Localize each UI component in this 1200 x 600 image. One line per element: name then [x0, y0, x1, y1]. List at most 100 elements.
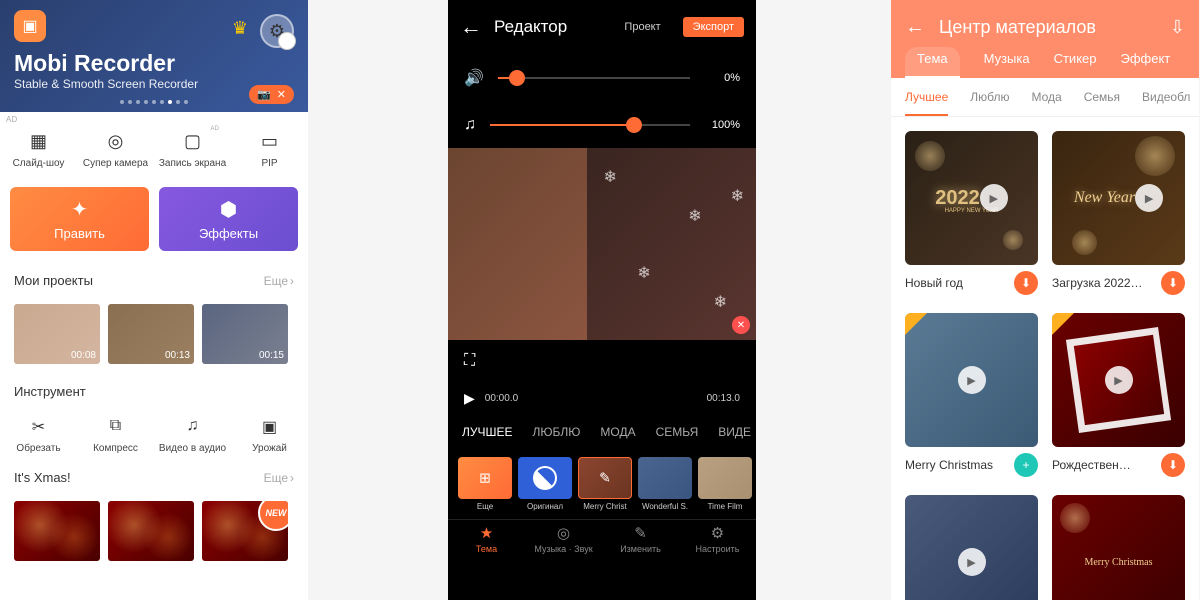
project-list: 00:08 00:13 00:15 — [0, 296, 308, 376]
screenrec-tool[interactable]: AD▢Запись экрана — [154, 130, 231, 169]
theme-card[interactable]: ▶ Рождествен…⬇ — [1052, 313, 1185, 483]
crop-tool[interactable]: ✂Обрезать — [0, 417, 77, 454]
camera-icon: ◎ — [102, 130, 130, 152]
pip-icon: ▭ — [256, 130, 284, 152]
video-preview[interactable]: ❄❄❄❄❄ ✕ — [448, 148, 756, 340]
tab-video[interactable]: ВИДЕ — [718, 425, 751, 439]
xmas-thumb[interactable]: NEW — [202, 501, 288, 561]
volume-value: 0% — [704, 72, 740, 84]
theme-original[interactable]: Оригинал — [518, 457, 572, 511]
slideshow-icon: ▦ — [25, 130, 53, 152]
subtab-love[interactable]: Люблю — [970, 90, 1009, 104]
tab-family[interactable]: СЕМЬЯ — [656, 425, 699, 439]
project-thumb[interactable]: 00:08 — [14, 304, 100, 364]
fullscreen-icon[interactable]: ⛶ — [448, 340, 756, 382]
theme-card[interactable]: ▶ Загрузка 2022…⬇ — [1052, 131, 1185, 301]
xmas-header: It's Xmas! Еще › — [0, 462, 308, 493]
theme-card[interactable] — [1052, 495, 1185, 600]
close-icon[interactable]: ✕ — [277, 88, 286, 101]
nav-music[interactable]: ◎Музыка · Звук — [525, 524, 602, 554]
ad-label: AD — [6, 115, 17, 124]
projects-more[interactable]: Еще › — [264, 273, 294, 288]
edit-button[interactable]: ✦Править — [10, 187, 149, 251]
crop-icon: ▣ — [258, 417, 282, 437]
project-thumb[interactable]: 00:15 — [202, 304, 288, 364]
slideshow-tool[interactable]: ▦Слайд-шоу — [0, 130, 77, 169]
store-icon: ⬢ — [220, 197, 237, 222]
pencil-icon: ✎ — [602, 524, 679, 542]
tab-fashion[interactable]: МОДА — [600, 425, 635, 439]
theme-wonderful[interactable]: Wonderful S. — [638, 457, 692, 511]
effects-button[interactable]: ⬢Эффекты — [159, 187, 298, 251]
subtab-family[interactable]: Семья — [1084, 90, 1120, 104]
camera-tool[interactable]: ◎Супер камера — [77, 130, 154, 169]
subtab-fashion[interactable]: Мода — [1031, 90, 1061, 104]
time-start: 00:00.0 — [485, 393, 518, 404]
compress-tool[interactable]: ⧉Компресс — [77, 417, 154, 454]
music-slider[interactable] — [490, 124, 690, 126]
play-icon[interactable]: ▶ — [1135, 184, 1163, 212]
music-value: 100% — [704, 119, 740, 131]
theme-merry[interactable]: ✎Merry Christ — [578, 457, 632, 511]
nav-edit[interactable]: ✎Изменить — [602, 524, 679, 554]
subtab-videoblog[interactable]: Видеобл — [1142, 90, 1190, 104]
back-icon[interactable]: ← — [905, 16, 925, 39]
export-button[interactable]: Экспорт — [683, 17, 744, 37]
chevron-right-icon: › — [290, 274, 294, 288]
scissors-icon: ✂ — [27, 417, 51, 437]
back-icon[interactable]: ← — [460, 14, 482, 40]
gear-icon: ⚙ — [679, 524, 756, 542]
harvest-tool[interactable]: ▣Урожай — [231, 417, 308, 454]
tab-music[interactable]: Музыка — [984, 51, 1030, 78]
download-button[interactable]: ⬇ — [1161, 453, 1185, 477]
download-button[interactable]: ⬇ — [1161, 271, 1185, 295]
theme-card[interactable]: ▶ Merry Christmas+ — [905, 313, 1038, 483]
tool-row: ▦Слайд-шоу ◎Супер камера AD▢Запись экран… — [0, 112, 308, 177]
time-end: 00:13.0 — [707, 393, 740, 404]
download-all-icon[interactable]: ⇩ — [1170, 17, 1185, 38]
new-badge: NEW — [258, 501, 288, 531]
wand-icon: ✦ — [71, 197, 88, 222]
subtab-best[interactable]: Лучшее — [905, 90, 948, 104]
xmas-thumb[interactable] — [108, 501, 194, 561]
play-icon[interactable]: ▶ — [1105, 366, 1133, 394]
theme-more[interactable]: ⊞Еще — [458, 457, 512, 511]
settings-icon[interactable]: ⚙ — [260, 14, 294, 48]
theme-tabs: ЛУЧШЕЕ ЛЮБЛЮ МОДА СЕМЬЯ ВИДЕ — [448, 415, 756, 449]
tab-sticker[interactable]: Стикер — [1054, 51, 1097, 78]
editor-screen: ← Редактор Проект Экспорт 🔊 0% ♫ 100% ❄❄… — [448, 0, 756, 600]
materials-title: Центр материалов — [939, 17, 1156, 38]
nav-settings[interactable]: ⚙Настроить — [679, 524, 756, 554]
chevron-right-icon: › — [290, 471, 294, 485]
remove-effect-icon[interactable]: ✕ — [732, 316, 750, 334]
promo-banner[interactable]: ▣ ♛ ⚙ Mobi Recorder Stable & Smooth Scre… — [0, 0, 308, 112]
theme-timefilm[interactable]: Time Film — [698, 457, 752, 511]
video-audio-tool[interactable]: ♫Видео в аудио — [154, 417, 231, 454]
nav-theme[interactable]: ★Тема — [448, 524, 525, 554]
tab-theme[interactable]: Тема — [905, 47, 960, 78]
project-thumb[interactable]: 00:13 — [108, 304, 194, 364]
play-icon[interactable]: ▶ — [464, 390, 475, 407]
xmas-more[interactable]: Еще › — [264, 470, 294, 485]
theme-card[interactable]: ▶ Новый год⬇ — [905, 131, 1038, 301]
tab-effect[interactable]: Эффект — [1121, 51, 1171, 78]
speaker-icon: 🔊 — [464, 68, 484, 88]
tab-love[interactable]: ЛЮБЛЮ — [533, 425, 581, 439]
play-icon[interactable]: ▶ — [958, 366, 986, 394]
tab-best[interactable]: ЛУЧШЕЕ — [462, 425, 513, 439]
pip-tool[interactable]: ▭PIP — [231, 130, 308, 169]
add-button[interactable]: + — [1014, 453, 1038, 477]
project-link[interactable]: Проект — [624, 21, 660, 33]
download-button[interactable]: ⬇ — [1014, 271, 1038, 295]
play-icon[interactable]: ▶ — [980, 184, 1008, 212]
volume-slider[interactable] — [498, 77, 690, 79]
grid-icon: ⊞ — [479, 470, 491, 487]
camera-icon: 📷 — [257, 88, 271, 101]
banner-actions[interactable]: 📷✕ — [249, 85, 294, 104]
xmas-thumb[interactable] — [14, 501, 100, 561]
check-icon: ✎ — [599, 470, 611, 487]
play-icon[interactable]: ▶ — [958, 548, 986, 576]
theme-card[interactable]: ▶ — [905, 495, 1038, 600]
bottom-nav: ★Тема ◎Музыка · Звук ✎Изменить ⚙Настроит… — [448, 519, 756, 560]
materials-header: ← Центр материалов ⇩ Тема Музыка Стикер … — [891, 0, 1199, 78]
